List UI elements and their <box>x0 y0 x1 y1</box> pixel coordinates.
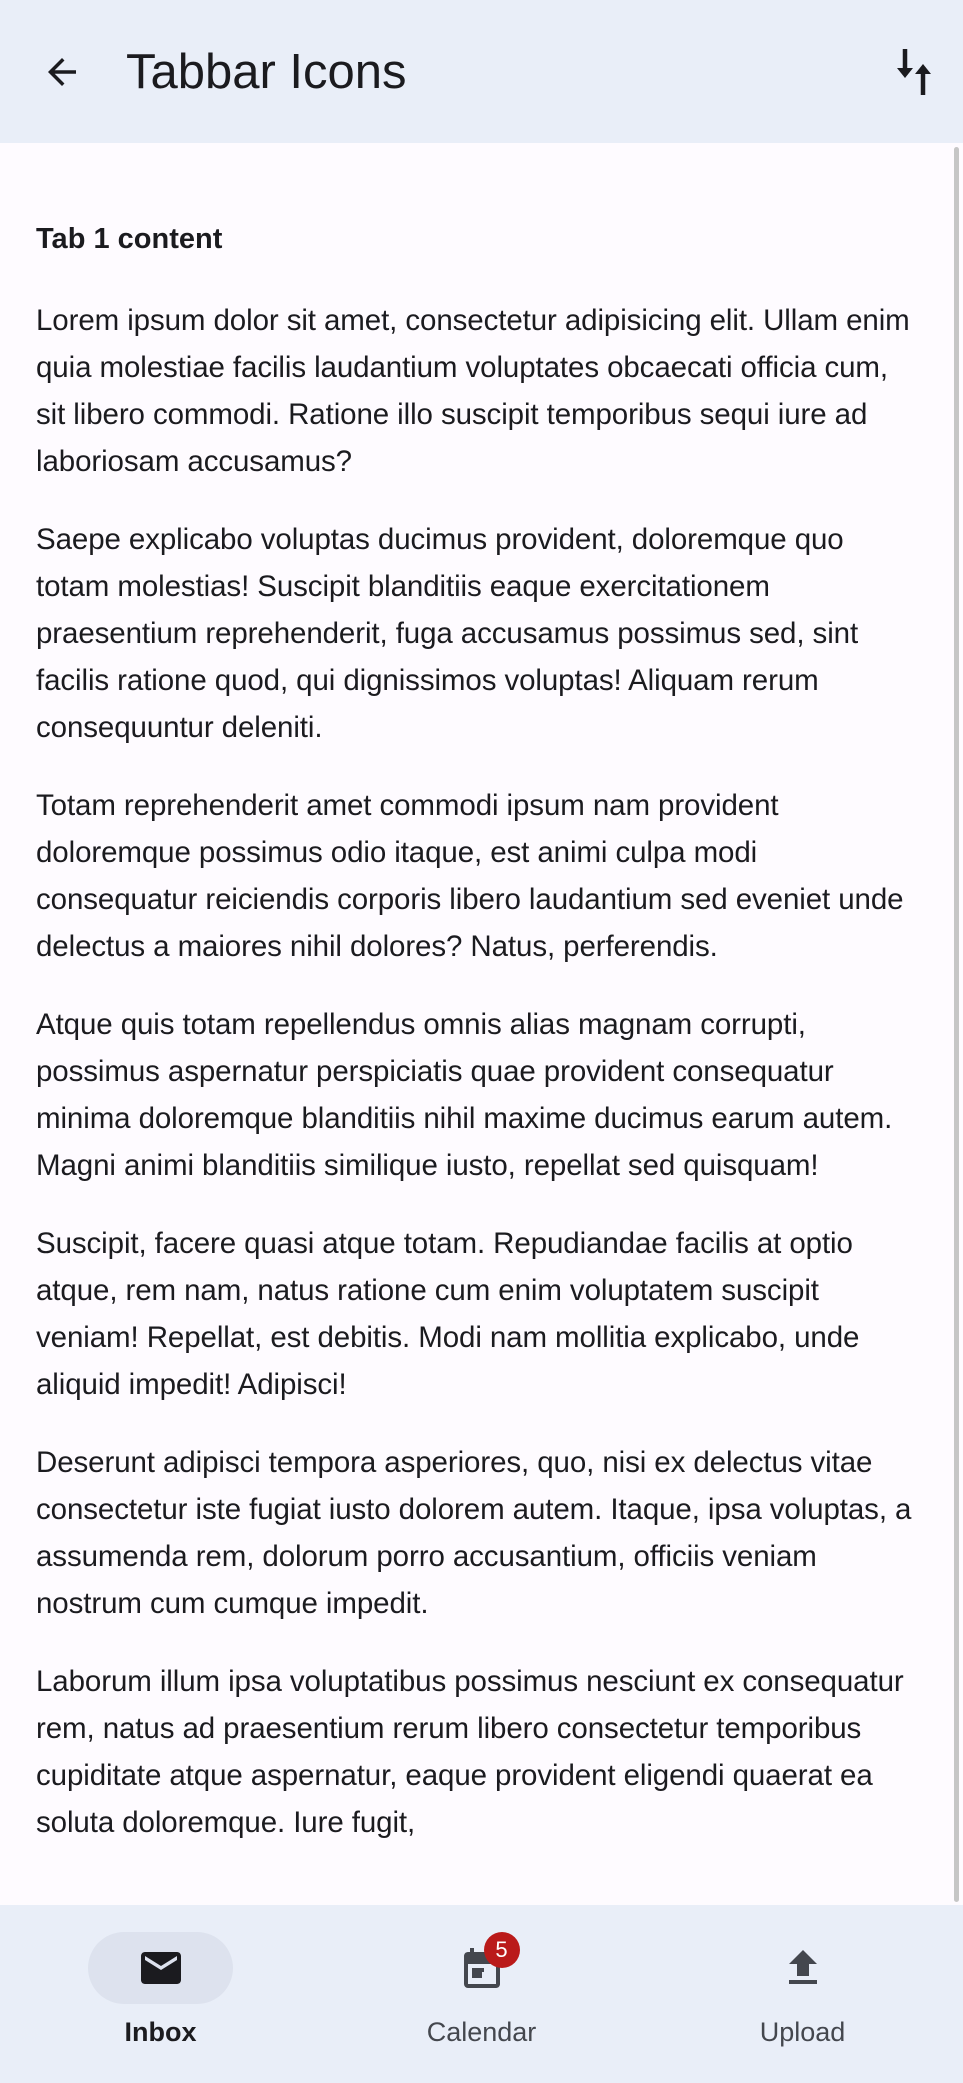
active-indicator <box>88 1932 233 2004</box>
arrow-back-icon <box>48 58 76 86</box>
sort-button[interactable] <box>879 40 949 104</box>
nav-label-calendar: Calendar <box>426 2017 537 2047</box>
top-app-bar: Tabbar Icons <box>0 0 963 143</box>
back-button[interactable] <box>30 40 94 104</box>
upload-icon <box>788 1950 817 1984</box>
sort-swap-icon <box>897 49 931 95</box>
nav-item-upload[interactable]: Upload <box>642 1905 963 2083</box>
paragraph: Deserunt adipisci tempora asperiores, qu… <box>36 1446 912 1620</box>
bottom-navigation: Inbox 5 Calendar Upload <box>0 1905 963 2083</box>
paragraph: Laborum illum ipsa voluptatibus possimus… <box>36 1665 904 1839</box>
nav-item-calendar[interactable]: 5 Calendar <box>321 1905 642 2083</box>
nav-label-inbox: Inbox <box>124 2017 197 2047</box>
paragraph: Atque quis totam repellendus omnis alias… <box>36 1008 893 1182</box>
tab-content[interactable]: Tab 1 content Lorem ipsum dolor sit amet… <box>0 143 963 1905</box>
paragraph: Lorem ipsum dolor sit amet, consectetur … <box>36 304 910 478</box>
nav-label-upload: Upload <box>759 2017 846 2047</box>
scrollbar[interactable] <box>954 147 959 1902</box>
nav-item-inbox[interactable]: Inbox <box>0 1905 321 2083</box>
paragraph: Totam reprehenderit amet commodi ipsum n… <box>36 789 904 963</box>
mail-icon <box>140 1952 181 1984</box>
notification-badge: 5 <box>483 1932 520 1968</box>
page-title: Tabbar Icons <box>126 45 407 99</box>
paragraph: Saepe explicabo voluptas ducimus provide… <box>36 523 859 744</box>
paragraph: Suscipit, facere quasi atque totam. Repu… <box>36 1227 860 1401</box>
app-screen: Tabbar Icons Tab 1 content Lorem ipsum d… <box>0 0 963 2083</box>
content-heading: Tab 1 content <box>36 223 223 255</box>
